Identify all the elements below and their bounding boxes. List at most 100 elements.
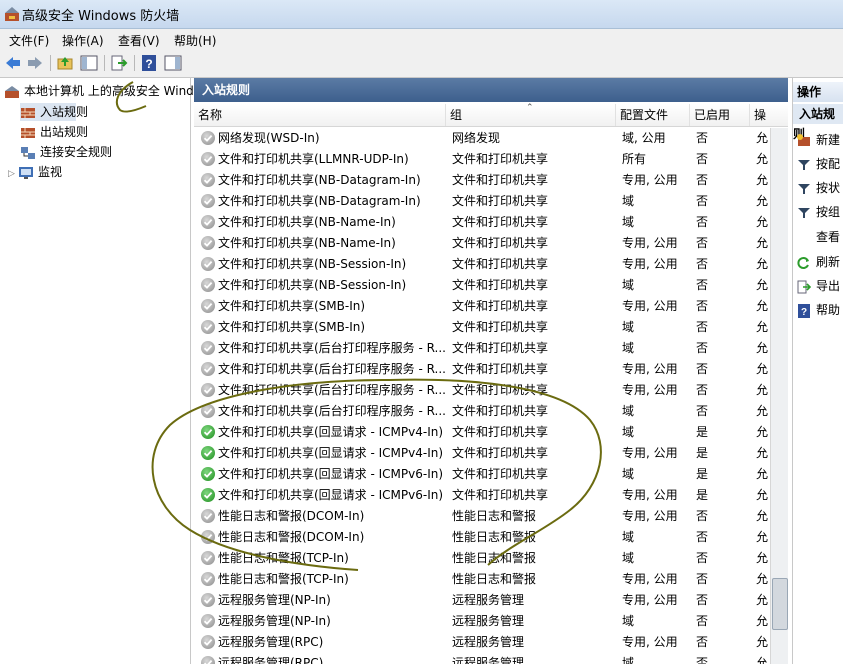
column-group[interactable]: 组 ⌃ <box>446 103 616 126</box>
rule-disabled-icon <box>201 509 215 523</box>
action-item[interactable]: 按配 <box>797 154 840 174</box>
cell-enabled: 否 <box>696 131 709 145</box>
table-row[interactable]: 文件和打印机共享(SMB-In) 文件和打印机共享 专用, 公用否允 <box>194 296 770 317</box>
rule-disabled-icon <box>201 572 215 586</box>
cell-group: 文件和打印机共享 <box>452 362 549 376</box>
table-row[interactable]: 远程服务管理(RPC) 远程服务管理 专用, 公用否允 <box>194 632 770 653</box>
menu-view[interactable]: 查看(V) <box>118 32 160 49</box>
table-row[interactable]: 文件和打印机共享(后台打印程序服务 - R... 文件和打印机共享 专用, 公用否允 <box>194 380 770 401</box>
vertical-scrollbar[interactable] <box>770 128 788 664</box>
action-item[interactable]: ? 帮助 <box>797 300 840 320</box>
menu-bar: 文件(F) 操作(A) 查看(V) 帮助(H) <box>0 29 843 49</box>
table-row[interactable]: 网络发现(WSD-In) 网络发现 域, 公用否允 <box>194 128 770 149</box>
cell-name: 文件和打印机共享(SMB-In) <box>218 299 366 313</box>
action-item-label: 查看 <box>816 230 841 244</box>
column-action[interactable]: 操 <box>750 104 788 126</box>
table-row[interactable]: 文件和打印机共享(NB-Name-In) 文件和打印机共享 专用, 公用否允 <box>194 233 770 254</box>
action-item-label: 刷新 <box>816 255 841 269</box>
table-row[interactable]: 文件和打印机共享(回显请求 - ICMPv4-In) 文件和打印机共享域是允 <box>194 422 770 443</box>
tree-item-outbound-rules[interactable]: 出站规则 <box>20 123 88 141</box>
cell-name: 文件和打印机共享(NB-Datagram-In) <box>218 173 421 187</box>
cell-group: 文件和打印机共享 <box>452 299 549 313</box>
cell-name: 文件和打印机共享(NB-Datagram-In) <box>218 194 421 208</box>
cell-profile: 域, 公用 <box>622 131 666 145</box>
cell-profile: 专用, 公用 <box>622 362 678 376</box>
table-row[interactable]: 文件和打印机共享(NB-Session-In) 文件和打印机共享域否允 <box>194 275 770 296</box>
table-row[interactable]: 性能日志和警报(DCOM-In) 性能日志和警报域否允 <box>194 527 770 548</box>
back-arrow-icon[interactable] <box>4 54 22 72</box>
cell-name: 远程服务管理(NP-In) <box>218 614 331 628</box>
cell-profile: 专用, 公用 <box>622 572 678 586</box>
up-folder-icon[interactable] <box>56 54 74 72</box>
action-item[interactable]: 按组 <box>797 202 840 222</box>
cell-group: 远程服务管理 <box>452 635 525 649</box>
firewall-app-icon <box>5 7 19 21</box>
action-item[interactable]: 新建 <box>797 130 840 150</box>
cell-name: 远程服务管理(RPC) <box>218 656 324 664</box>
table-row[interactable]: 文件和打印机共享(后台打印程序服务 - R... 文件和打印机共享域否允 <box>194 338 770 359</box>
show-hide-console-tree-icon[interactable] <box>80 54 98 72</box>
cell-name: 性能日志和警报(DCOM-In) <box>218 509 365 523</box>
table-row[interactable]: 文件和打印机共享(回显请求 - ICMPv6-In) 文件和打印机共享域是允 <box>194 464 770 485</box>
column-name[interactable]: 名称 <box>194 104 446 126</box>
cell-enabled: 否 <box>696 593 709 607</box>
rule-disabled-icon <box>201 341 215 355</box>
toolbar-divider <box>50 55 51 71</box>
forward-arrow-icon[interactable] <box>26 54 44 72</box>
table-row[interactable]: 远程服务管理(RPC) 远程服务管理域否允 <box>194 653 770 664</box>
filter-icon <box>798 159 810 170</box>
action-item[interactable]: 刷新 <box>797 252 840 272</box>
cell-name: 远程服务管理(NP-In) <box>218 593 331 607</box>
menu-help[interactable]: 帮助(H) <box>174 32 216 49</box>
menu-action[interactable]: 操作(A) <box>62 32 104 49</box>
table-row[interactable]: 文件和打印机共享(NB-Datagram-In) 文件和打印机共享域否允 <box>194 191 770 212</box>
tree-item-inbound-rules[interactable]: 入站规则 <box>20 103 88 121</box>
table-row[interactable]: 文件和打印机共享(LLMNR-UDP-In) 文件和打印机共享 所有否允 <box>194 149 770 170</box>
svg-text:?: ? <box>801 307 807 318</box>
action-item[interactable]: 导出 <box>797 276 840 296</box>
cell-name: 网络发现(WSD-In) <box>218 131 320 145</box>
tree-item-monitoring[interactable]: ▷ 监视 <box>8 163 62 181</box>
table-row[interactable]: 文件和打印机共享(后台打印程序服务 - R... 文件和打印机共享 专用, 公用否允 <box>194 359 770 380</box>
table-row[interactable]: 性能日志和警报(DCOM-In) 性能日志和警报 专用, 公用否允 <box>194 506 770 527</box>
tree-item-connection-security-rules[interactable]: 连接安全规则 <box>20 143 112 161</box>
actions-section-inbound[interactable]: 入站规则 <box>793 104 843 141</box>
table-row[interactable]: 文件和打印机共享(回显请求 - ICMPv6-In) 文件和打印机共享 专用, 公用… <box>194 485 770 506</box>
action-item-label: 导出 <box>816 279 841 293</box>
table-row[interactable]: 远程服务管理(NP-In) 远程服务管理域否允 <box>194 611 770 632</box>
rule-enabled-icon <box>201 425 215 439</box>
action-item-label: 按组 <box>816 205 841 219</box>
cell-profile: 专用, 公用 <box>622 299 678 313</box>
table-row[interactable]: 文件和打印机共享(NB-Name-In) 文件和打印机共享域否允 <box>194 212 770 233</box>
action-item[interactable]: 查看 <box>797 227 840 247</box>
table-row[interactable]: 文件和打印机共享(NB-Session-In) 文件和打印机共享 专用, 公用否允 <box>194 254 770 275</box>
help-icon: ? <box>798 303 810 318</box>
table-row[interactable]: 性能日志和警报(TCP-In) 性能日志和警报 专用, 公用否允 <box>194 569 770 590</box>
column-enabled[interactable]: 已启用 <box>690 104 750 126</box>
column-profile[interactable]: 配置文件 <box>616 104 690 126</box>
cell-name: 文件和打印机共享(NB-Name-In) <box>218 215 396 229</box>
cell-group: 文件和打印机共享 <box>452 404 549 418</box>
help-icon[interactable]: ? <box>140 54 158 72</box>
table-row[interactable]: 文件和打印机共享(回显请求 - ICMPv4-In) 文件和打印机共享 专用, 公用… <box>194 443 770 464</box>
expand-arrow-icon[interactable]: ▷ <box>8 165 18 183</box>
table-row[interactable]: 文件和打印机共享(NB-Datagram-In) 文件和打印机共享 专用, 公用否允 <box>194 170 770 191</box>
cell-profile: 所有 <box>622 152 647 166</box>
refresh-icon <box>797 256 809 269</box>
table-row[interactable]: 性能日志和警报(TCP-In) 性能日志和警报域否允 <box>194 548 770 569</box>
action-item[interactable]: 按状 <box>797 178 840 198</box>
cell-enabled: 否 <box>696 551 709 565</box>
rule-disabled-icon <box>201 593 215 607</box>
export-list-icon[interactable] <box>110 54 128 72</box>
scrollbar-thumb[interactable] <box>772 578 788 630</box>
firewall-computer-icon <box>5 85 19 98</box>
menu-file[interactable]: 文件(F) <box>9 32 49 49</box>
table-row[interactable]: 文件和打印机共享(SMB-In) 文件和打印机共享域否允 <box>194 317 770 338</box>
show-hide-action-pane-icon[interactable] <box>164 54 182 72</box>
table-row[interactable]: 远程服务管理(NP-In) 远程服务管理 专用, 公用否允 <box>194 590 770 611</box>
cell-profile: 域 <box>622 320 635 334</box>
rule-enabled-icon <box>201 446 215 460</box>
cell-enabled: 否 <box>696 635 709 649</box>
blank-icon <box>797 231 811 245</box>
table-row[interactable]: 文件和打印机共享(后台打印程序服务 - R... 文件和打印机共享域否允 <box>194 401 770 422</box>
